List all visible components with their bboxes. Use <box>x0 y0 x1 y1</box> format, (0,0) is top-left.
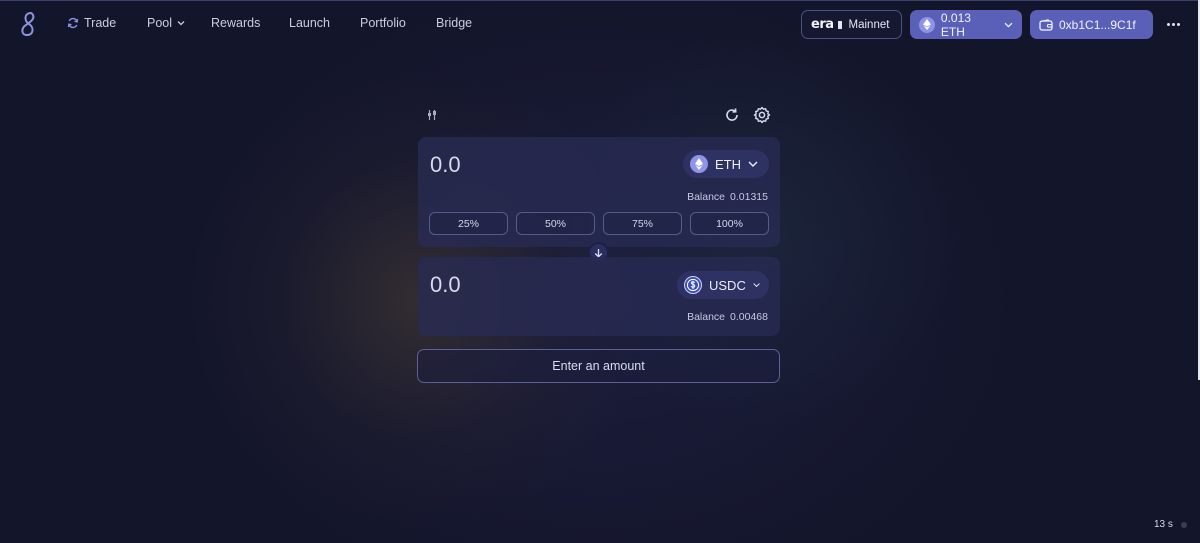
nav-bridge[interactable]: Bridge <box>436 16 472 30</box>
gear-icon[interactable] <box>753 106 771 124</box>
percent-25-button[interactable]: 25% <box>429 212 508 235</box>
chevron-down-icon <box>177 20 185 26</box>
nav-bridge-label: Bridge <box>436 16 473 30</box>
from-token-symbol: ETH <box>715 156 741 172</box>
balance-value: 0.00468 <box>730 311 768 323</box>
wallet-address: 0xb1C1...9C1f <box>1059 17 1136 32</box>
to-token-selector[interactable]: USDC <box>677 271 769 299</box>
to-token-panel: USDC Balance 0.00468 <box>418 257 780 336</box>
nav-pool-label: Pool <box>147 16 173 30</box>
nav-trade[interactable]: Trade <box>67 16 116 30</box>
nav-portfolio[interactable]: Portfolio <box>360 16 406 30</box>
to-balance: Balance 0.00468 <box>687 311 768 323</box>
refresh-icon[interactable] <box>724 107 740 123</box>
dot <box>1166 22 1170 26</box>
syncswap-logo[interactable] <box>18 11 40 37</box>
from-token-selector[interactable]: ETH <box>683 150 769 178</box>
era-logo-mark <box>837 20 842 29</box>
more-menu-button[interactable] <box>1164 14 1182 34</box>
balance-label: Balance <box>687 191 726 203</box>
nav-rewards[interactable]: Rewards <box>211 16 260 30</box>
nav-portfolio-label: Portfolio <box>360 16 406 30</box>
nav-trade-label: Trade <box>84 16 117 30</box>
dot <box>1171 22 1175 26</box>
eth-balance-label: 0.013 ETH <box>940 10 971 39</box>
dot <box>1176 22 1180 26</box>
swap-toolbar <box>418 104 780 128</box>
percent-100-button[interactable]: 100% <box>690 212 769 235</box>
usdc-icon <box>684 276 702 294</box>
top-navbar: Trade Pool Rewards Launch Portfolio Brid… <box>0 0 1200 48</box>
from-amount-input[interactable] <box>430 151 630 179</box>
block-timer: 13 s <box>1154 519 1187 530</box>
wallet-icon <box>1039 18 1053 31</box>
block-timer-label: 13 s <box>1154 519 1173 530</box>
eth-balance-button[interactable]: 0.013 ETH <box>910 10 1022 39</box>
nav-pool[interactable]: Pool <box>147 16 185 30</box>
balance-value: 0.01315 <box>730 191 768 203</box>
percent-75-button[interactable]: 75% <box>603 212 682 235</box>
chevron-down-icon <box>753 283 760 288</box>
sliders-icon[interactable] <box>426 109 438 121</box>
network-label: Mainnet <box>848 18 890 31</box>
chevron-down-icon <box>748 161 758 167</box>
status-dot <box>1180 521 1187 528</box>
from-token-panel: ETH Balance 0.01315 25% 50% 75% 100% <box>418 137 780 247</box>
era-logo: era <box>811 17 834 32</box>
network-selector[interactable]: era Mainnet <box>801 10 902 39</box>
nav-rewards-label: Rewards <box>211 16 261 30</box>
sync-icon <box>67 17 79 29</box>
wallet-button[interactable]: 0xb1C1...9C1f <box>1030 10 1153 39</box>
eth-icon <box>919 16 935 33</box>
chevron-down-icon <box>1004 22 1013 27</box>
arrow-down-icon <box>594 248 603 258</box>
balance-label: Balance <box>687 311 726 323</box>
percent-50-button[interactable]: 50% <box>516 212 595 235</box>
swap-submit-button[interactable]: Enter an amount <box>417 349 780 383</box>
eth-icon <box>690 155 708 173</box>
from-balance: Balance 0.01315 <box>687 191 768 203</box>
to-token-symbol: USDC <box>709 277 746 293</box>
to-amount-input[interactable] <box>430 271 630 299</box>
nav-launch[interactable]: Launch <box>289 16 330 30</box>
nav-launch-label: Launch <box>289 16 331 30</box>
percent-buttons: 25% 50% 75% 100% <box>429 212 769 235</box>
